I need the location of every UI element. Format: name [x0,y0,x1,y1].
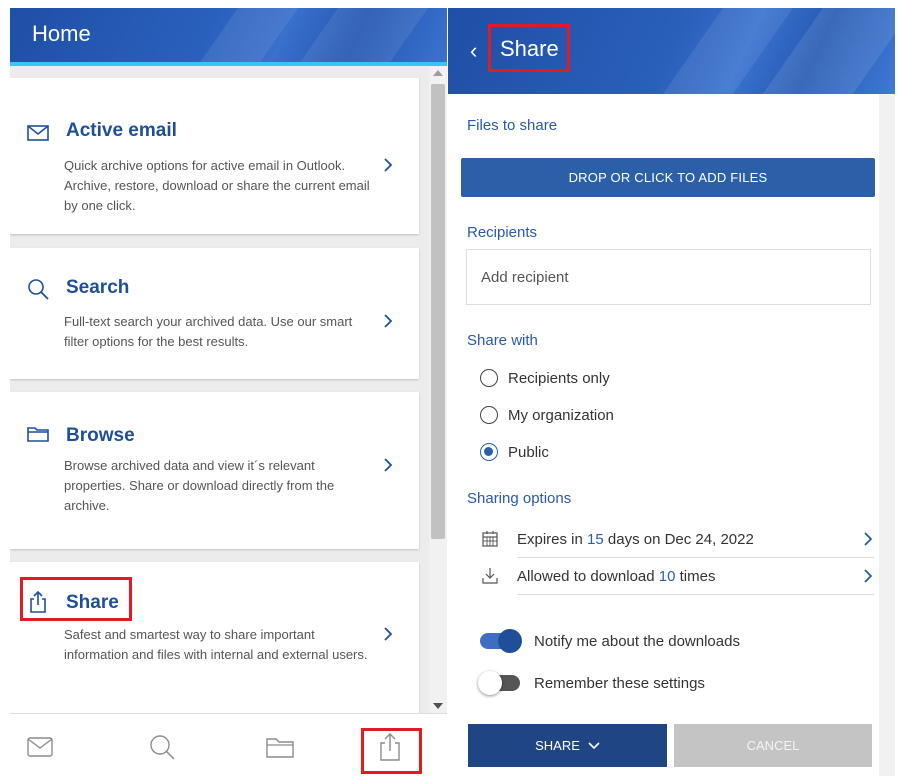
mail-icon [27,125,49,141]
scrollbar-thumb[interactable] [431,84,445,539]
search-icon [28,279,49,300]
files-to-share-label: Files to share [467,117,558,134]
recipient-input[interactable] [466,249,871,305]
share-pane: ‹ Share Files to share DROP OR CLICK TO … [448,0,898,776]
radio-label: My organization [508,406,614,424]
scroll-up-arrow-icon[interactable] [433,70,443,76]
radio-button-selected[interactable] [480,443,498,461]
share-button-label: SHARE [535,738,580,753]
notify-toggle-row[interactable]: Notify me about the downloads [480,628,740,654]
notify-label: Notify me about the downloads [534,632,740,650]
remember-toggle[interactable] [478,671,522,695]
add-files-button[interactable]: DROP OR CLICK TO ADD FILES [461,158,875,197]
calendar-icon [482,531,498,547]
chevron-right-icon [384,458,393,472]
radio-label: Recipients only [508,369,610,387]
nav-share-highlight [361,728,422,774]
chevron-right-icon [864,532,873,546]
active-email-card[interactable]: Active email Quick archive options for a… [10,78,419,234]
search-card[interactable]: Search Full-text search your archived da… [10,248,419,379]
radio-label: Public [508,443,549,461]
chevron-right-icon [864,569,873,583]
nav-active-email-button[interactable] [15,724,65,770]
card-description: Quick archive options for active email i… [64,158,370,213]
browse-card[interactable]: Browse Browse archived data and view it´… [10,392,419,549]
cancel-button[interactable]: CANCEL [674,724,872,767]
download-icon [482,568,498,584]
radio-public[interactable]: Public [480,440,549,464]
divider [517,557,874,558]
sharing-options-label: Sharing options [467,490,572,507]
remember-label: Remember these settings [534,674,705,692]
chevron-right-icon [384,158,393,172]
scrollbar[interactable] [879,94,895,776]
nav-browse-button[interactable] [255,724,305,770]
folder-icon [266,738,294,758]
card-description: Full-text search your archived data. Use… [64,314,353,349]
card-description: Safest and smartest way to share importa… [64,627,368,662]
share-button[interactable]: SHARE [468,724,667,767]
chevron-right-icon [384,314,393,328]
folder-icon [27,427,49,442]
chevron-down-icon [588,741,600,749]
recipients-label: Recipients [467,224,538,241]
expiry-option[interactable]: Expires in 15 days on Dec 24, 2022 [480,524,876,554]
chevron-left-icon[interactable]: ‹ [470,38,477,64]
radio-recipients-only[interactable]: Recipients only [480,366,610,390]
radio-my-organization[interactable]: My organization [480,403,614,427]
card-description: Browse archived data and view it´s relev… [64,458,335,513]
share-card-highlight [20,577,132,621]
radio-button[interactable] [480,369,498,387]
radio-button[interactable] [480,406,498,424]
card-title: Active email [66,120,177,141]
chevron-right-icon [384,627,393,641]
card-title: Search [66,277,130,298]
card-title: Browse [66,425,135,446]
download-limit-option[interactable]: Allowed to download 10 times [480,561,876,591]
expiry-text: Expires in 15 days on Dec 24, 2022 [517,530,754,548]
scrollbar[interactable] [429,66,447,713]
remember-toggle-row[interactable]: Remember these settings [478,670,705,696]
share-title-highlight [488,24,570,72]
page-title: Home [32,21,91,46]
home-header: Home [10,8,447,62]
download-limit-text: Allowed to download 10 times [517,567,716,585]
share-with-label: Share with [467,332,538,349]
notify-toggle[interactable] [480,629,522,653]
divider [517,594,874,595]
home-pane: Home Active email Quick archive options … [0,0,447,776]
mail-icon [27,737,53,757]
search-icon [150,735,175,760]
scroll-down-arrow-icon[interactable] [433,703,443,709]
nav-search-button[interactable] [137,724,187,770]
